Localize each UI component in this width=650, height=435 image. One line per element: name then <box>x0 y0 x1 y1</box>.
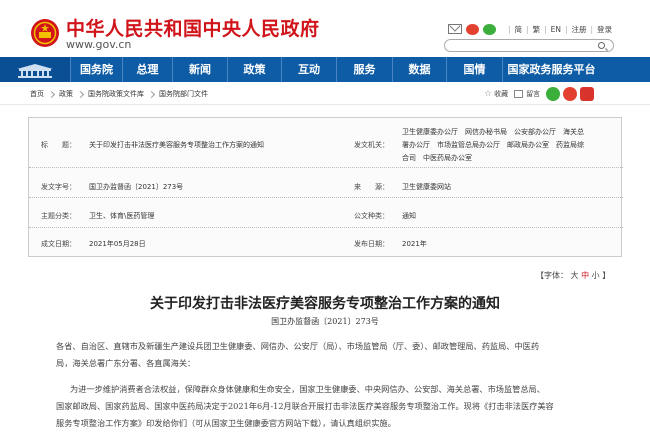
site-url: www.gov.cn <box>66 38 132 51</box>
nav-item-services[interactable]: 服务 <box>336 57 392 82</box>
message-icon <box>514 90 524 98</box>
weibo-icon[interactable] <box>466 23 479 35</box>
breadcrumb-policy[interactable]: 政策 <box>59 89 73 99</box>
addressee-line-2: 局，海关总署广东分署、各直属海关： <box>56 358 196 368</box>
nav-items: 国务院 总理 新闻 政策 互动 服务 数据 国情 国家政务服务平台 <box>70 57 600 82</box>
document-number: 国卫办监督函〔2021〕273号 <box>271 317 379 326</box>
category-label: 主题分类： <box>41 212 76 220</box>
link-login[interactable]: 登录 <box>597 24 612 35</box>
doc-number-value: 国卫办监督函〔2021〕273号 <box>89 183 184 191</box>
font-size-control: 【字体： 大 中 小 】 <box>536 271 611 280</box>
info-row-category: 主题分类： 卫生、体育\医药管理 公文种类： 通知 <box>29 198 623 228</box>
link-traditional[interactable]: 繁 <box>533 24 541 35</box>
published-date-value: 2021年 <box>402 240 427 248</box>
info-row-dates: 成文日期： 2021年05月28日 发布日期： 2021年 <box>29 228 623 258</box>
nav-item-data[interactable]: 数据 <box>392 57 446 82</box>
top-utility-bar: | 简 | 繁 | EN | 注册 | 登录 <box>448 23 612 35</box>
nav-logo[interactable] <box>0 57 70 82</box>
search-icon[interactable] <box>598 42 605 49</box>
great-hall-icon <box>17 64 53 78</box>
published-date-label: 发布日期： <box>354 240 389 248</box>
favorite-button[interactable]: ☆ 收藏 <box>484 89 508 99</box>
document-info-box: 标 题： 关于印发打击非法医疗美容服务专项整治工作方案的通知 发文机关： 卫生健… <box>28 117 623 258</box>
main-nav: 国务院 总理 新闻 政策 互动 服务 数据 国情 国家政务服务平台 <box>0 57 650 82</box>
search-input[interactable] <box>444 39 614 52</box>
star-icon: ☆ <box>484 89 493 99</box>
wechat-icon[interactable] <box>483 23 496 35</box>
nav-item-national-conditions[interactable]: 国情 <box>446 57 502 82</box>
info-row-title: 标 题： 关于印发打击非法医疗美容服务专项整治工作方案的通知 发文机关： 卫生健… <box>29 118 623 168</box>
nav-item-service-platform[interactable]: 国家政务服务平台 <box>502 57 600 82</box>
nav-item-interaction[interactable]: 互动 <box>281 57 336 82</box>
title-value: 关于印发打击非法医疗美容服务专项整治工作方案的通知 <box>89 141 264 149</box>
title-label: 标 题： <box>41 141 76 149</box>
nav-item-policy[interactable]: 政策 <box>227 57 281 82</box>
message-button[interactable]: 留言 <box>514 89 540 99</box>
font-size-small[interactable]: 小 <box>592 271 600 280</box>
document-title: 关于印发打击非法医疗美容服务专项整治工作方案的通知 <box>150 296 500 312</box>
addressee-line-1: 各省、自治区、直辖市及新疆生产建设兵团卫生健康委、网信办、公安厅（局）、市场监管… <box>56 341 540 351</box>
breadcrumb-home[interactable]: 首页 <box>30 89 44 99</box>
national-emblem-icon[interactable] <box>30 18 60 48</box>
issuer-label: 发文机关： <box>354 141 389 149</box>
issuer-value-line-3: 合司 中医药局办公室 <box>402 154 472 162</box>
link-register[interactable]: 注册 <box>571 24 586 35</box>
source-label: 来 源： <box>354 183 389 191</box>
page-tools: ☆ 收藏 留言 <box>484 87 597 101</box>
issuer-value-line-2: 署办公厅 市场监管总局办公厅 邮政局办公室 药监局综 <box>402 141 584 149</box>
doc-type-label: 公文种类： <box>354 212 389 220</box>
nav-item-news[interactable]: 新闻 <box>172 57 227 82</box>
mail-icon[interactable] <box>448 24 462 34</box>
doc-number-label: 发文字号： <box>41 183 76 191</box>
font-size-large[interactable]: 大 <box>571 271 579 280</box>
category-value[interactable]: 卫生、体育\医药管理 <box>89 211 154 221</box>
written-date-label: 成文日期： <box>41 240 76 248</box>
chevron-right-icon <box>76 90 85 98</box>
share-weibo-icon[interactable] <box>563 87 578 101</box>
paragraph-line-3: 服务专项整治工作方案》印发给你们（可从国家卫生健康委官方网站下载），请认真组织实… <box>56 418 396 428</box>
chevron-right-icon <box>47 90 56 98</box>
breadcrumb-policy-library[interactable]: 国务院政策文件库 <box>88 89 144 99</box>
top-links: | 简 | 繁 | EN | 注册 | 登录 <box>508 24 613 35</box>
breadcrumb: 首页 政策 国务院政策文件库 国务院部门文件 <box>30 89 208 99</box>
nav-item-state-council[interactable]: 国务院 <box>70 57 122 82</box>
paragraph-line-1: 为进一步维护消费者合法权益，保障群众身体健康和生命安全，国家卫生健康委、中央网信… <box>70 384 545 394</box>
link-english[interactable]: EN <box>551 25 561 34</box>
paragraph-line-2: 国家邮政局、国家药监局、国家中医药局决定于2021年6月-12月联合开展打击非法… <box>56 401 554 411</box>
breadcrumb-bar: 首页 政策 国务院政策文件库 国务院部门文件 ☆ 收藏 留言 <box>0 82 650 105</box>
nav-item-premier[interactable]: 总理 <box>122 57 172 82</box>
chevron-right-icon <box>147 90 156 98</box>
link-simplified[interactable]: 简 <box>515 24 523 35</box>
source-value: 卫生健康委网站 <box>402 183 451 191</box>
issuer-value-line-1: 卫生健康委办公厅 网信办秘书局 公安部办公厅 海关总 <box>402 128 584 136</box>
share-qzone-icon[interactable] <box>580 87 595 101</box>
written-date-value: 2021年05月28日 <box>89 240 146 248</box>
share-wechat-icon[interactable] <box>546 87 561 101</box>
site-header: 中华人民共和国中央人民政府 www.gov.cn | 简 | 繁 | EN | … <box>0 0 650 57</box>
font-size-medium[interactable]: 中 <box>581 271 589 280</box>
doc-type-value: 通知 <box>402 212 416 220</box>
info-row-doc-number: 发文字号： 国卫办监督函〔2021〕273号 来 源： 卫生健康委网站 <box>29 168 623 198</box>
site-title[interactable]: 中华人民共和国中央人民政府 <box>66 14 320 41</box>
breadcrumb-department-docs[interactable]: 国务院部门文件 <box>159 89 208 99</box>
